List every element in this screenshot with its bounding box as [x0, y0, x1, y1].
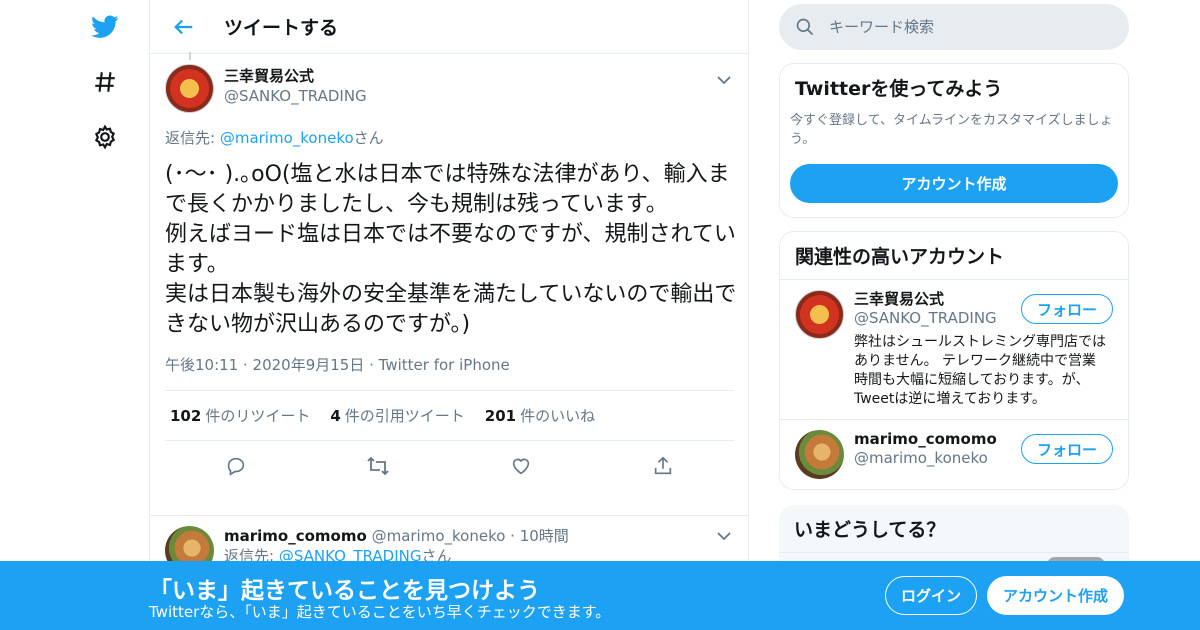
signup-card-desc: 今すぐ登録して、タイムラインをカスタマイズしましょう。: [790, 113, 1113, 147]
account-item[interactable]: 三幸貿易公式 @SANKO_TRADING 弊社はシュールストレミング専門店では…: [780, 279, 1128, 419]
follow-button[interactable]: フォロー: [1021, 434, 1113, 464]
reply-time[interactable]: 10時間: [520, 527, 569, 545]
thread-line: [189, 52, 191, 60]
retweet-icon[interactable]: [361, 449, 395, 483]
avatar[interactable]: [795, 290, 844, 339]
tweet-text: (･〜･ ).｡oO(塩と水は日本では特殊な法律があり、輸入まで長くかかりました…: [165, 162, 737, 337]
sidebar: Twitterを使ってみよう 今すぐ登録して、タイムラインをカスタマイズしましょ…: [779, 0, 1129, 585]
arrow-left-icon: [174, 19, 193, 34]
related-accounts-card: 関連性の高いアカウント 三幸貿易公式 @SANKO_TRADING 弊社はシュー…: [779, 231, 1129, 490]
reply-user-link[interactable]: @marimo_koneko: [220, 129, 354, 147]
share-icon[interactable]: [646, 449, 680, 483]
author-handle[interactable]: @SANKO_TRADING: [224, 86, 367, 106]
reply-author-name[interactable]: marimo_comomo: [224, 527, 367, 545]
retweets-count: 102: [170, 407, 202, 425]
tweet-stats: 102 件のリツイート 4 件の引用ツイート 201 件のいいね: [165, 391, 734, 441]
trends-title: いまどうしてる？: [779, 505, 1129, 553]
reply-suffix: さん: [353, 129, 384, 147]
avatar[interactable]: [795, 430, 844, 479]
signup-banner: 「いま」起きていることを見つけよう Twitterなら、「いま」起きていることを…: [0, 561, 1200, 630]
tweet-source[interactable]: Twitter for iPhone: [379, 356, 510, 374]
chevron-down-icon[interactable]: [714, 70, 734, 90]
signup-button[interactable]: アカウント作成: [987, 576, 1124, 615]
reply-prefix: 返信先:: [165, 129, 220, 147]
tweet-actions: [165, 441, 734, 491]
tweet-date[interactable]: 2020年9月15日: [253, 356, 365, 374]
left-nav: [80, 0, 130, 630]
gear-icon[interactable]: [90, 122, 120, 152]
retweets-stat[interactable]: 102 件のリツイート: [170, 405, 310, 426]
back-button[interactable]: [164, 7, 204, 47]
heart-icon[interactable]: [504, 449, 538, 483]
quotes-label: 件の引用ツイート: [344, 407, 465, 425]
quotes-stat[interactable]: 4 件の引用ツイート: [330, 405, 464, 426]
search-input[interactable]: [829, 18, 1099, 36]
account-item[interactable]: marimo_comomo @marimo_koneko フォロー: [780, 419, 1128, 489]
related-title: 関連性の高いアカウント: [795, 246, 1005, 268]
chevron-down-icon[interactable]: [714, 526, 734, 546]
follow-button[interactable]: フォロー: [1021, 294, 1113, 324]
likes-label: 件のいいね: [520, 407, 596, 425]
header: ツイートする: [150, 0, 748, 54]
main-column: ツイートする 三幸貿易公式 @SANKO_TRADING 返信先: @marim…: [149, 0, 749, 630]
search-bar[interactable]: [779, 4, 1129, 50]
avatar[interactable]: [165, 64, 214, 113]
login-button[interactable]: ログイン: [885, 576, 977, 615]
retweets-label: 件のリツイート: [205, 407, 311, 425]
hashtag-icon[interactable]: [90, 67, 120, 97]
search-icon: [796, 18, 814, 36]
reply-author-handle[interactable]: @marimo_koneko: [372, 527, 506, 545]
create-account-button[interactable]: アカウント作成: [790, 164, 1118, 203]
likes-stat[interactable]: 201 件のいいね: [485, 405, 595, 426]
tweet-time[interactable]: 午後10:11: [165, 356, 238, 374]
signup-card-title: Twitterを使ってみよう: [795, 78, 1003, 100]
reply-to: 返信先: @marimo_konekoさん: [165, 127, 733, 148]
quotes-count: 4: [330, 407, 341, 425]
reply-icon[interactable]: [219, 449, 253, 483]
author-name[interactable]: 三幸貿易公式: [224, 66, 367, 86]
banner-subtitle: Twitterなら、「いま」起きていることをいち早くチェックできます。: [149, 603, 611, 621]
likes-count: 201: [484, 407, 517, 425]
twitter-bird-icon[interactable]: [90, 12, 120, 42]
page-title: ツイートする: [224, 17, 339, 39]
main-tweet: 三幸貿易公式 @SANKO_TRADING 返信先: @marimo_konek…: [150, 52, 748, 491]
signup-card: Twitterを使ってみよう 今すぐ登録して、タイムラインをカスタマイズしましょ…: [779, 63, 1129, 218]
banner-title: 「いま」起きていることを見つけよう: [149, 578, 540, 604]
account-bio: 弊社はシュールストレミング専門店ではありません。 テレワーク継続中で営業時間も大…: [854, 334, 1106, 407]
tweet-meta: 午後10:11 · 2020年9月15日 · Twitter for iPhon…: [165, 354, 734, 391]
